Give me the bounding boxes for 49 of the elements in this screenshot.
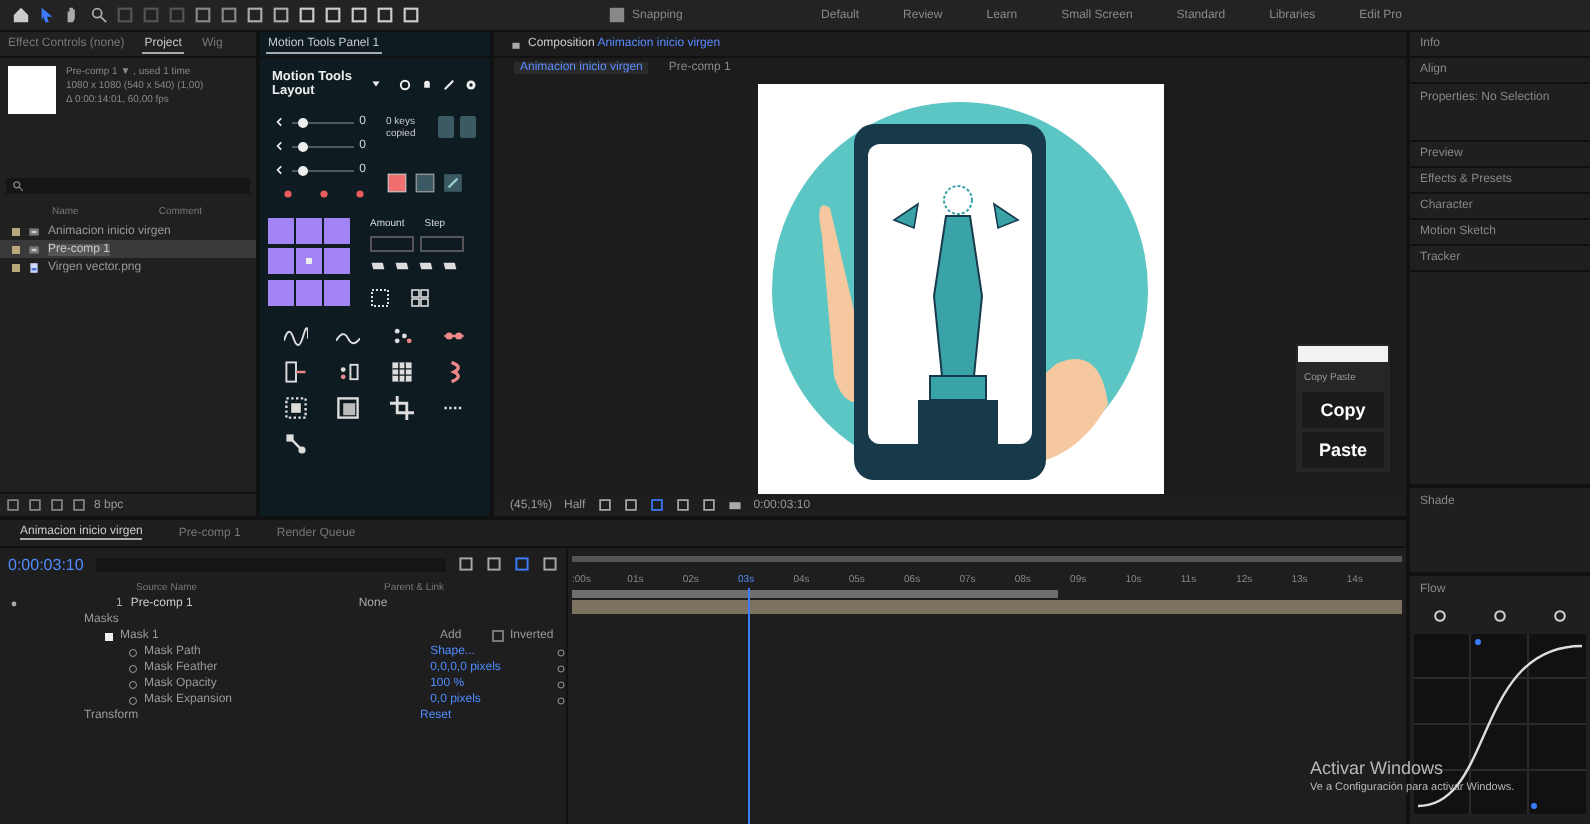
dots-icon[interactable]	[389, 324, 414, 348]
label-color-icon	[12, 263, 20, 271]
layers-icon[interactable]	[336, 396, 361, 420]
square-icon[interactable]	[386, 172, 408, 194]
grid-icon[interactable]	[410, 288, 430, 308]
mask-color-icon[interactable]	[104, 631, 114, 641]
activation-title: Activar Windows	[1310, 758, 1446, 778]
label-color-icon	[12, 227, 20, 235]
label-color-icon	[12, 245, 20, 253]
dot-icon[interactable]	[354, 188, 366, 200]
amount-field[interactable]	[370, 236, 414, 252]
diagonal-icon[interactable]	[442, 172, 464, 194]
pencil-icon[interactable]	[442, 77, 456, 91]
image-file-icon[interactable]	[28, 261, 40, 273]
pointer-icon[interactable]	[38, 6, 56, 24]
action-button[interactable]: Copy	[1302, 392, 1384, 428]
thumbnail-preview	[8, 66, 56, 114]
step-field[interactable]	[420, 236, 464, 252]
inverted-checkbox[interactable]	[492, 630, 504, 642]
align-icon[interactable]	[336, 360, 361, 384]
slider-thumb[interactable]	[297, 141, 308, 151]
action-button[interactable]: Paste	[1302, 432, 1384, 468]
settings-icon[interactable]	[464, 77, 478, 91]
frame-icon[interactable]	[370, 288, 390, 308]
connect-icon[interactable]	[284, 432, 309, 456]
search-icon[interactable]	[12, 180, 24, 192]
camera-icon[interactable]	[727, 498, 742, 512]
search-field[interactable]	[6, 178, 250, 194]
home-icon[interactable]	[12, 6, 30, 24]
caret-icon[interactable]	[370, 78, 382, 90]
composition-icon[interactable]	[28, 225, 40, 237]
checkbox-icon[interactable]	[608, 6, 626, 24]
align-icon[interactable]	[284, 360, 309, 384]
wave-icon[interactable]	[284, 324, 309, 348]
dot-icon[interactable]	[318, 188, 330, 200]
current-time[interactable]: 0:00:03:10	[8, 555, 84, 573]
search-icon[interactable]	[90, 6, 108, 24]
refresh-icon[interactable]	[398, 77, 412, 91]
selection-icon[interactable]	[284, 396, 309, 420]
dot-icon[interactable]	[282, 188, 294, 200]
crop-icon[interactable]	[389, 396, 414, 420]
composition-icon[interactable]	[28, 243, 40, 255]
eye-icon[interactable]	[8, 598, 20, 610]
anchor-point-grid[interactable]	[268, 218, 350, 308]
square-icon[interactable]	[414, 172, 436, 194]
grid-icon[interactable]	[389, 360, 414, 384]
slider-thumb[interactable]	[297, 117, 308, 127]
bell-icon[interactable]	[420, 77, 434, 91]
slider-thumb[interactable]	[297, 165, 308, 175]
